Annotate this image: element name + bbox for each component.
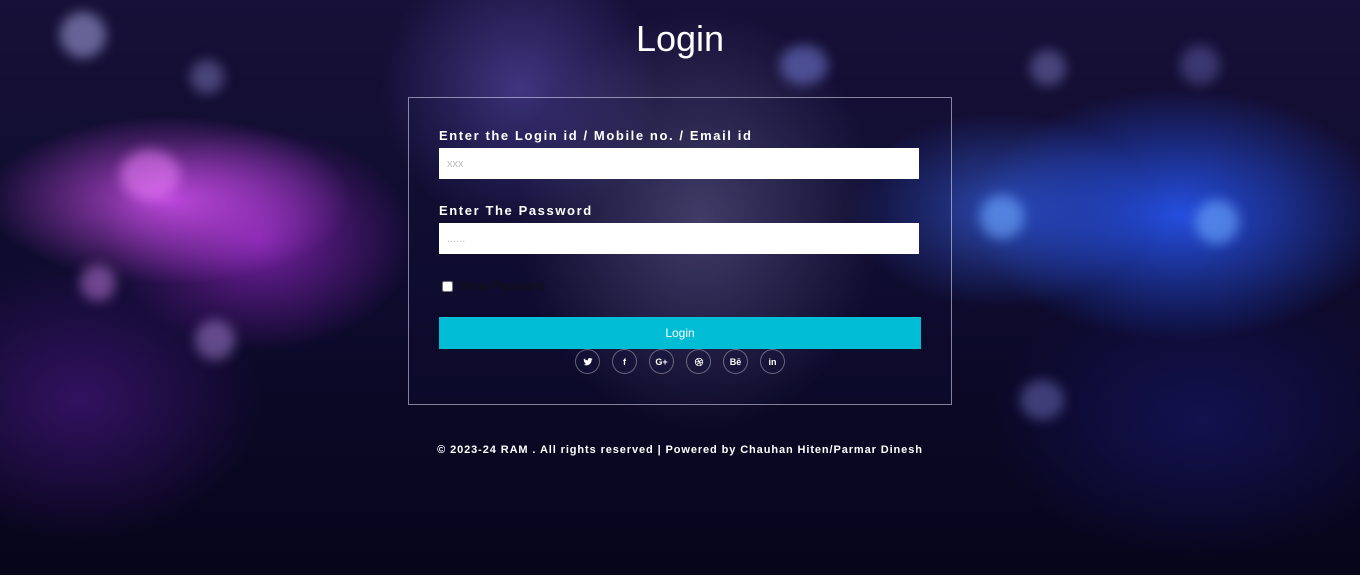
footer-copyright: © 2023-24 RAM . All rights reserved | Po… (437, 444, 923, 456)
linkedin-icon[interactable]: in (760, 349, 785, 374)
facebook-icon[interactable]: f (612, 349, 637, 374)
password-input[interactable] (439, 223, 919, 254)
login-id-input[interactable] (439, 148, 919, 179)
behance-icon[interactable]: Bē (723, 349, 748, 374)
show-password-label[interactable]: Show Password (458, 279, 544, 293)
login-panel: Enter the Login id / Mobile no. / Email … (408, 97, 952, 405)
google-plus-icon[interactable]: G+ (649, 349, 674, 374)
dribbble-icon[interactable] (686, 349, 711, 374)
password-label: Enter The Password (439, 203, 593, 218)
login-id-label: Enter the Login id / Mobile no. / Email … (439, 128, 753, 143)
twitter-icon[interactable] (575, 349, 600, 374)
show-password-checkbox[interactable] (442, 280, 453, 292)
show-password-row: Show Password (442, 279, 544, 293)
page-title: Login (635, 18, 725, 59)
social-links: f G+ Bē in (409, 349, 951, 374)
login-button[interactable]: Login (439, 317, 921, 349)
